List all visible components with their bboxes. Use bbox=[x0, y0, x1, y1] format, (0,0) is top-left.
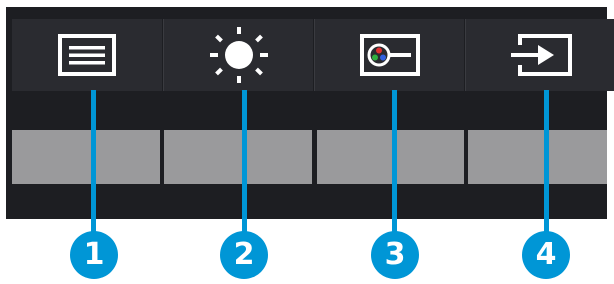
callout-badge-3: 3 bbox=[371, 231, 419, 279]
callout-line-3 bbox=[392, 90, 397, 236]
menu-button[interactable] bbox=[12, 19, 162, 91]
button-slot-1 bbox=[12, 130, 160, 184]
color-icon bbox=[359, 34, 420, 76]
button-slot-3 bbox=[317, 130, 464, 184]
brightness-button[interactable] bbox=[163, 19, 313, 91]
callout-line-4 bbox=[544, 90, 549, 236]
input-button[interactable] bbox=[465, 19, 614, 91]
brightness-icon bbox=[209, 27, 268, 83]
callout-badge-4: 4 bbox=[522, 231, 570, 279]
callout-line-1 bbox=[91, 90, 96, 236]
button-slot-2 bbox=[164, 130, 312, 184]
menu-icon bbox=[58, 34, 116, 76]
callout-badge-2: 2 bbox=[220, 231, 268, 279]
callout-badge-1: 1 bbox=[70, 231, 118, 279]
input-icon bbox=[510, 34, 572, 76]
callout-line-2 bbox=[242, 90, 247, 236]
button-slot-4 bbox=[468, 130, 607, 184]
color-button[interactable] bbox=[314, 19, 464, 91]
osd-panel bbox=[6, 7, 614, 219]
